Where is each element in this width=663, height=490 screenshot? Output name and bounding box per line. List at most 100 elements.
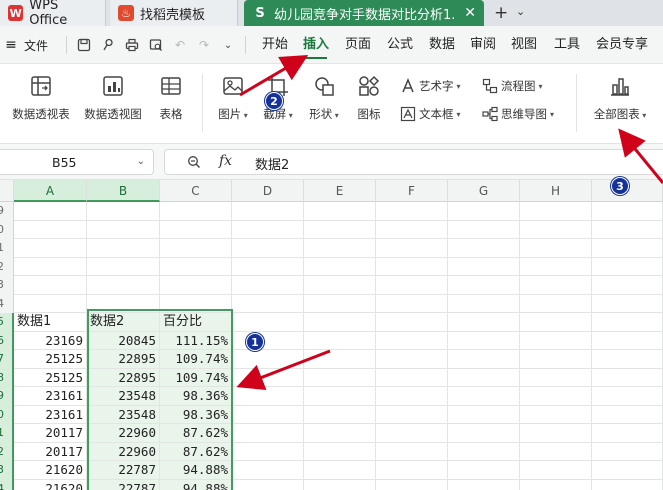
data-cell[interactable]: 23161 (14, 405, 87, 424)
data-cell[interactable]: 23548 (87, 405, 160, 424)
grid-cell[interactable] (304, 350, 376, 369)
grid-cell[interactable] (304, 368, 376, 387)
tab-wps-office[interactable]: W WPS Office (0, 0, 106, 28)
grid-cell[interactable] (448, 461, 520, 480)
row-header[interactable]: 5 (0, 313, 14, 332)
grid-cell[interactable] (304, 405, 376, 424)
grid-cell[interactable] (304, 294, 376, 313)
data-cell[interactable]: 23548 (87, 387, 160, 406)
data-cell[interactable]: 21620 (14, 479, 87, 490)
grid-cell[interactable] (232, 331, 304, 350)
tab-template-store[interactable]: ♨ 找稻壳模板 (110, 0, 238, 26)
menu-icon[interactable]: ≡ (0, 37, 22, 53)
grid-cell[interactable] (304, 202, 376, 221)
art-text-button[interactable]: 艺术字 ▾ (400, 78, 461, 94)
grid-cell[interactable] (520, 276, 592, 295)
grid-cell[interactable] (520, 461, 592, 480)
select-all-corner[interactable] (0, 180, 14, 202)
grid-cell[interactable] (160, 276, 232, 295)
grid-cell[interactable] (520, 294, 592, 313)
grid-cell[interactable] (448, 220, 520, 239)
data-cell[interactable]: 87.62% (160, 442, 232, 461)
grid-cell[interactable] (160, 220, 232, 239)
grid-cell[interactable] (232, 257, 304, 276)
redo-icon[interactable]: ↷ (193, 34, 215, 56)
tab-review[interactable]: 审阅 (470, 26, 496, 64)
grid-cell[interactable] (448, 479, 520, 490)
row-header[interactable]: 4 (0, 294, 14, 313)
grid-cell[interactable] (304, 220, 376, 239)
grid-cell[interactable] (160, 239, 232, 258)
data-cell[interactable]: 23169 (14, 331, 87, 350)
grid-cell[interactable] (448, 331, 520, 350)
grid-cell[interactable] (14, 276, 87, 295)
grid-cell[interactable] (14, 239, 87, 258)
pivot-chart-button[interactable]: 数据透视图 (80, 74, 146, 122)
chevron-down-icon[interactable]: ⌄ (217, 34, 239, 56)
zoom-icon[interactable] (187, 155, 201, 169)
grid-cell[interactable] (160, 294, 232, 313)
grid-cell[interactable] (448, 276, 520, 295)
data-cell[interactable]: 22787 (87, 461, 160, 480)
grid-cell[interactable] (592, 461, 663, 480)
column-header-h[interactable]: H (520, 180, 592, 202)
grid-cell[interactable] (448, 405, 520, 424)
tab-view[interactable]: 视图 (511, 26, 537, 64)
header-cell[interactable]: 百分比 (160, 313, 232, 332)
grid-cell[interactable] (592, 257, 663, 276)
column-header-g[interactable]: G (448, 180, 520, 202)
chevron-down-icon[interactable]: ⌄ (516, 5, 525, 18)
row-header[interactable]: 9 (0, 387, 14, 406)
grid-cell[interactable] (376, 239, 448, 258)
column-header-e[interactable]: E (304, 180, 376, 202)
grid-cell[interactable] (520, 424, 592, 443)
grid-cell[interactable] (14, 202, 87, 221)
data-cell[interactable]: 111.15% (160, 331, 232, 350)
data-cell[interactable]: 109.74% (160, 350, 232, 369)
grid-cell[interactable] (592, 405, 663, 424)
grid-cell[interactable] (592, 276, 663, 295)
grid-cell[interactable] (304, 424, 376, 443)
header-cell[interactable]: 数据2 (87, 313, 160, 332)
grid-cell[interactable] (14, 257, 87, 276)
grid-cell[interactable] (232, 405, 304, 424)
grid-cell[interactable] (376, 350, 448, 369)
grid-cell[interactable] (232, 461, 304, 480)
grid-cell[interactable] (232, 276, 304, 295)
data-cell[interactable]: 21620 (14, 461, 87, 480)
row-header[interactable]: 0 (0, 220, 14, 239)
grid-cell[interactable] (448, 368, 520, 387)
chevron-down-icon[interactable]: ⌄ (137, 156, 145, 167)
grid-cell[interactable] (304, 442, 376, 461)
grid-cell[interactable] (376, 220, 448, 239)
grid-cell[interactable] (592, 331, 663, 350)
icon-button[interactable]: 图标 (352, 74, 386, 122)
picture-button[interactable]: 图片 ▾ (212, 74, 254, 122)
tab-formula[interactable]: 公式 (387, 26, 413, 64)
data-cell[interactable]: 87.62% (160, 424, 232, 443)
grid-cell[interactable] (376, 387, 448, 406)
grid-cell[interactable] (376, 331, 448, 350)
grid-cell[interactable] (592, 424, 663, 443)
grid-cell[interactable] (376, 257, 448, 276)
grid-cell[interactable] (376, 202, 448, 221)
close-icon[interactable]: ✕ (464, 5, 476, 21)
grid-cell[interactable] (520, 350, 592, 369)
row-header[interactable]: 1 (0, 424, 14, 443)
undo-icon[interactable]: ↶ (169, 34, 191, 56)
data-cell[interactable]: 22960 (87, 424, 160, 443)
grid-cell[interactable] (448, 294, 520, 313)
grid-cell[interactable] (160, 257, 232, 276)
grid-cell[interactable] (592, 479, 663, 490)
grid-cell[interactable] (592, 387, 663, 406)
data-cell[interactable]: 20117 (14, 442, 87, 461)
share-icon[interactable] (97, 34, 119, 56)
flowchart-button[interactable]: 流程图 ▾ (482, 78, 543, 94)
tab-page[interactable]: 页面 (345, 26, 371, 64)
print-preview-icon[interactable] (145, 34, 167, 56)
spreadsheet-grid[interactable]: ABCDEFGH9012345数据1数据2百分比62316920845111.1… (0, 180, 663, 490)
data-cell[interactable]: 20117 (14, 424, 87, 443)
grid-cell[interactable] (592, 239, 663, 258)
grid-cell[interactable] (304, 331, 376, 350)
row-header[interactable]: 6 (0, 331, 14, 350)
